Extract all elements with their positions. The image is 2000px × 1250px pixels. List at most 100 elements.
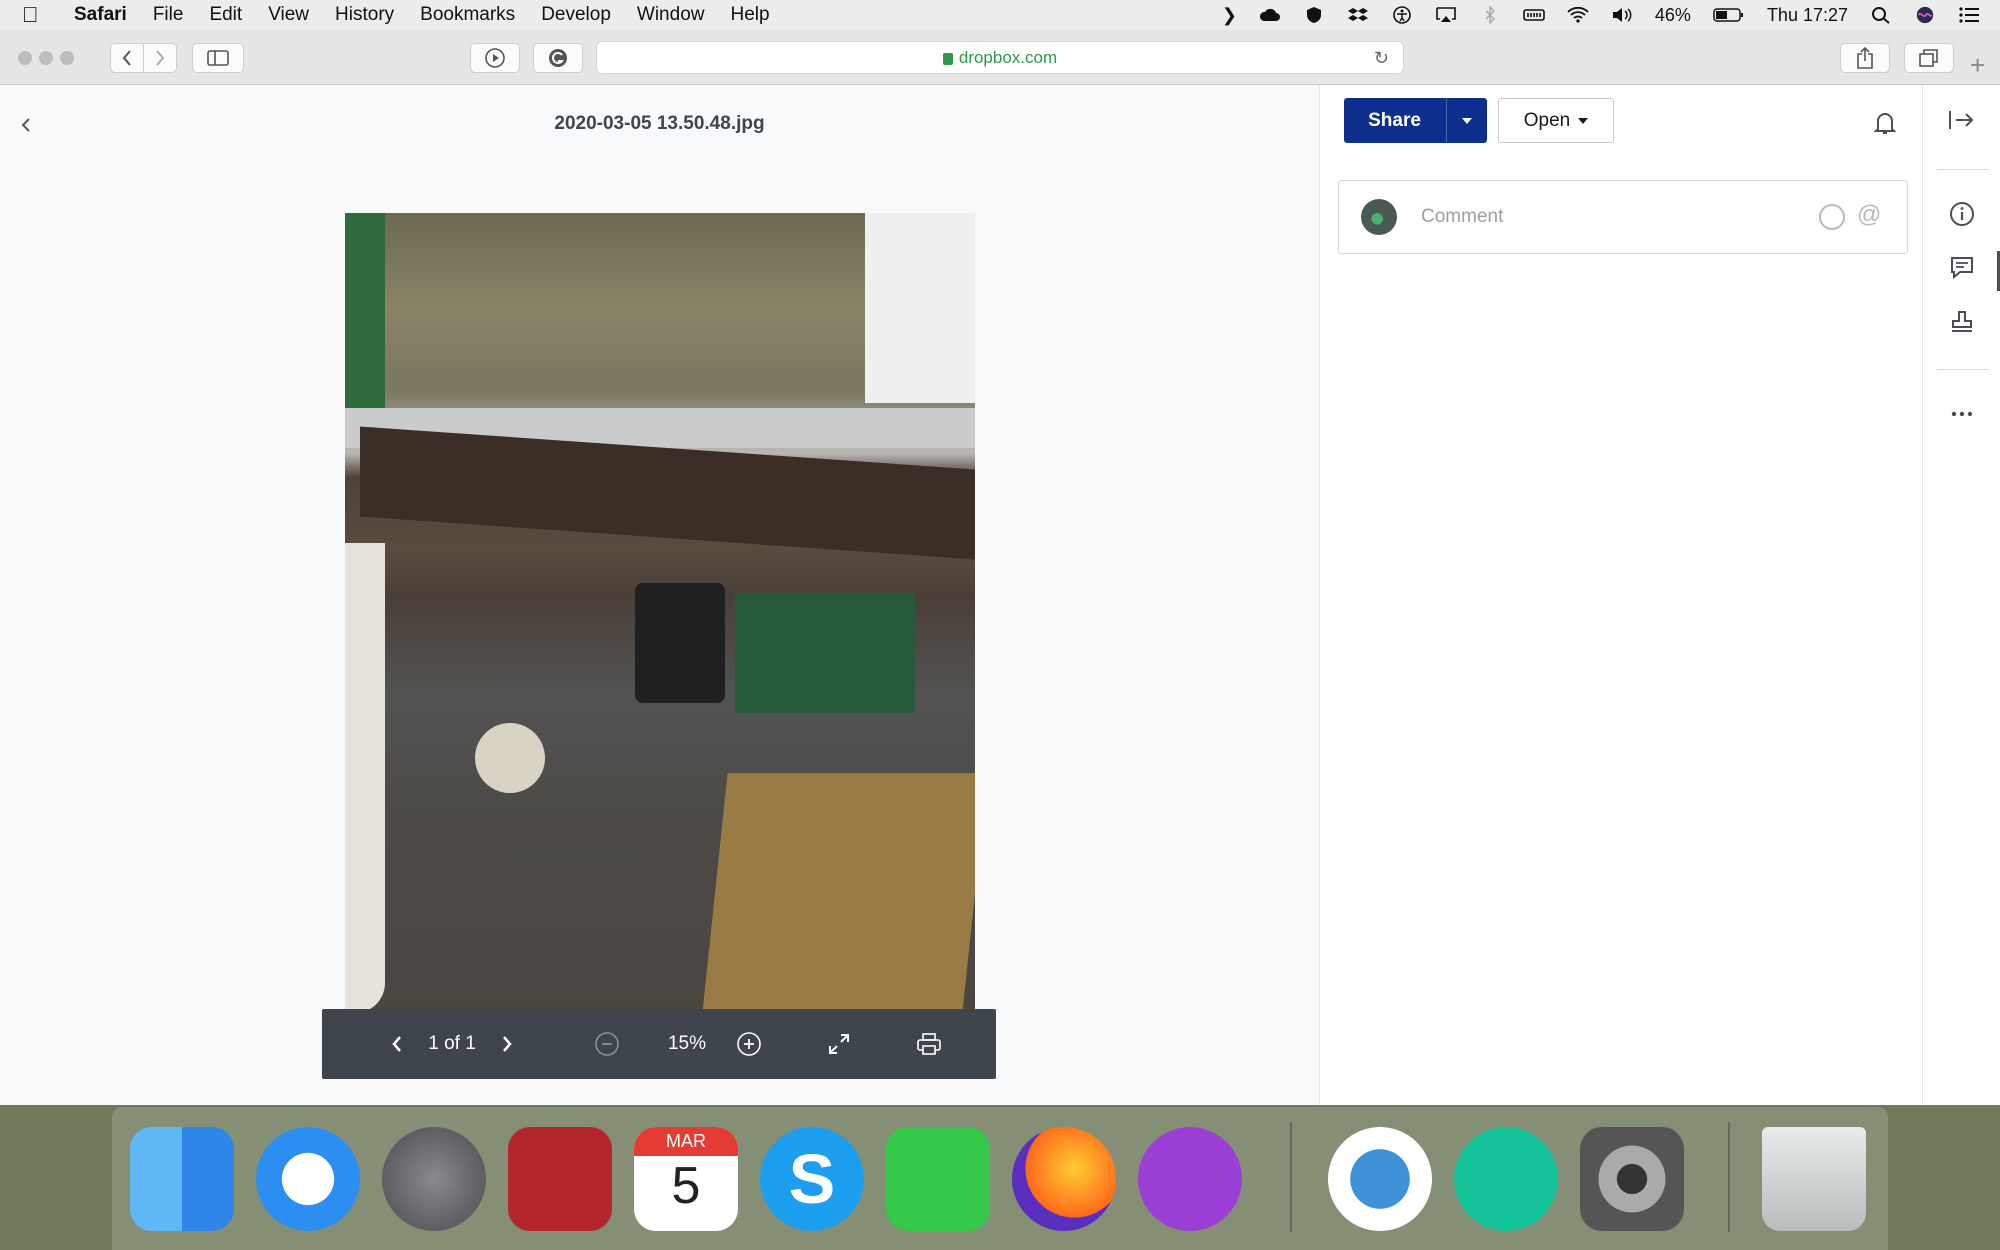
right-rail [1922, 85, 2000, 1105]
zoom-in-button[interactable] [732, 1009, 766, 1079]
reader-play-button[interactable] [470, 43, 520, 73]
address-bar[interactable]: dropbox.com ↻ [596, 41, 1404, 74]
minimize-window-button[interactable] [39, 51, 53, 65]
simplenote-icon[interactable] [1328, 1127, 1432, 1231]
print-button[interactable] [912, 1009, 946, 1079]
launchpad-icon[interactable] [382, 1127, 486, 1231]
safari-icon[interactable] [256, 1127, 360, 1231]
spotlight-search-icon[interactable] [1870, 6, 1892, 24]
grammarly-icon[interactable] [1454, 1127, 1558, 1231]
share-sheet-button[interactable] [1840, 43, 1890, 73]
back-button[interactable] [110, 43, 144, 73]
chevron-right-icon [503, 1036, 512, 1052]
image-detail [345, 543, 385, 1013]
file-name: 2020-03-05 13.50.48.jpg [554, 113, 765, 134]
divider [1937, 169, 1989, 170]
open-button[interactable]: Open [1498, 98, 1614, 143]
tab-overview-button[interactable] [1904, 43, 1954, 73]
menu-window[interactable]: Window [637, 4, 705, 26]
share-icon [1857, 47, 1873, 69]
zoom-window-button[interactable] [60, 51, 74, 65]
image-detail [735, 593, 915, 713]
menu-edit[interactable]: Edit [209, 4, 242, 26]
stamp-button[interactable] [1947, 307, 1977, 337]
chevron-left-icon [122, 50, 131, 66]
comment-box: @ [1338, 180, 1908, 254]
new-tab-button[interactable]: + [1970, 50, 1985, 81]
firefox-icon[interactable] [1012, 1127, 1116, 1231]
zoom-out-button[interactable] [592, 1009, 622, 1079]
apple-menu-icon[interactable]:  [22, 2, 58, 28]
chevron-right-icon [156, 50, 165, 66]
image-detail [865, 213, 975, 403]
reload-icon[interactable]: ↻ [1374, 48, 1389, 69]
menu-bar:  Safari File Edit View History Bookmark… [0, 0, 2000, 30]
sidebar-toggle-button[interactable] [192, 43, 244, 73]
share-dropdown[interactable] [1446, 98, 1487, 143]
notification-bell-icon[interactable] [1870, 107, 1900, 137]
image-detail [702, 773, 975, 1013]
emoji-icon[interactable] [1819, 204, 1845, 230]
open-button-label: Open [1523, 109, 1571, 131]
more-options-button[interactable] [1947, 399, 1977, 429]
comments-button[interactable] [1947, 253, 1977, 283]
collapse-panel-button[interactable] [1947, 105, 1977, 135]
divider [1937, 369, 1989, 370]
menu-view[interactable]: View [268, 4, 309, 26]
notification-center-icon[interactable] [1958, 6, 1980, 24]
comment-icon [1951, 257, 1973, 280]
close-window-button[interactable] [18, 51, 32, 65]
photo-booth-icon[interactable] [508, 1127, 612, 1231]
mention-icon[interactable]: @ [1857, 201, 1881, 229]
caret-down-icon [1462, 117, 1472, 124]
stamp-icon [1952, 311, 1972, 332]
calendar-day: 5 [671, 1157, 701, 1215]
podcasts-icon[interactable] [1138, 1127, 1242, 1231]
comment-input[interactable] [1419, 199, 1809, 235]
forward-button[interactable] [143, 43, 177, 73]
preview-image[interactable] [345, 213, 975, 1013]
menu-bookmarks[interactable]: Bookmarks [420, 4, 515, 26]
memory-icon[interactable] [1523, 6, 1545, 24]
arrow-right-bar-icon [1949, 111, 1974, 129]
siri-icon[interactable] [1914, 6, 1936, 24]
airplay-icon[interactable] [1435, 6, 1457, 24]
calendar-icon[interactable]: MAR 5 [634, 1127, 738, 1231]
dock: MAR 5 S [112, 1107, 1888, 1250]
chevron-right-icon[interactable]: ❯ [1222, 5, 1237, 26]
preview-controls: 1 of 1 15% [322, 1009, 996, 1079]
menu-develop[interactable]: Develop [541, 4, 611, 26]
system-preferences-icon[interactable] [1580, 1127, 1684, 1231]
page-indicator: 1 of 1 [428, 1033, 476, 1054]
previous-page-button[interactable] [382, 1009, 412, 1079]
share-button[interactable]: Share [1344, 98, 1487, 143]
grammarly-extension-button[interactable] [533, 43, 583, 73]
play-circle-icon [485, 48, 505, 68]
share-button-label: Share [1368, 109, 1421, 131]
bluetooth-icon[interactable] [1479, 6, 1501, 24]
accessibility-icon[interactable] [1391, 6, 1413, 24]
facetime-icon[interactable] [886, 1127, 990, 1231]
more-horizontal-icon [1951, 411, 1973, 417]
fullscreen-button[interactable] [822, 1009, 856, 1079]
cloud-upload-icon[interactable] [1259, 6, 1281, 24]
shield-icon[interactable] [1303, 6, 1325, 24]
skype-icon[interactable]: S [760, 1127, 864, 1231]
battery-percent: 46% [1654, 4, 1691, 25]
wifi-icon[interactable] [1567, 6, 1589, 24]
menu-file[interactable]: File [153, 4, 184, 26]
dock-separator [1290, 1122, 1292, 1232]
volume-icon[interactable] [1611, 6, 1633, 24]
clock[interactable]: Thu 17:27 [1767, 5, 1848, 26]
menu-help[interactable]: Help [730, 4, 769, 26]
trash-icon[interactable] [1762, 1127, 1866, 1231]
menu-app-name[interactable]: Safari [74, 4, 127, 26]
dropbox-icon[interactable] [1347, 6, 1369, 24]
finder-icon[interactable] [130, 1127, 234, 1231]
info-button[interactable] [1947, 199, 1977, 229]
next-page-button[interactable] [492, 1009, 522, 1079]
lock-icon [942, 52, 953, 65]
menu-history[interactable]: History [335, 4, 394, 26]
battery-icon[interactable] [1713, 7, 1745, 23]
calendar-month: MAR [634, 1127, 738, 1156]
